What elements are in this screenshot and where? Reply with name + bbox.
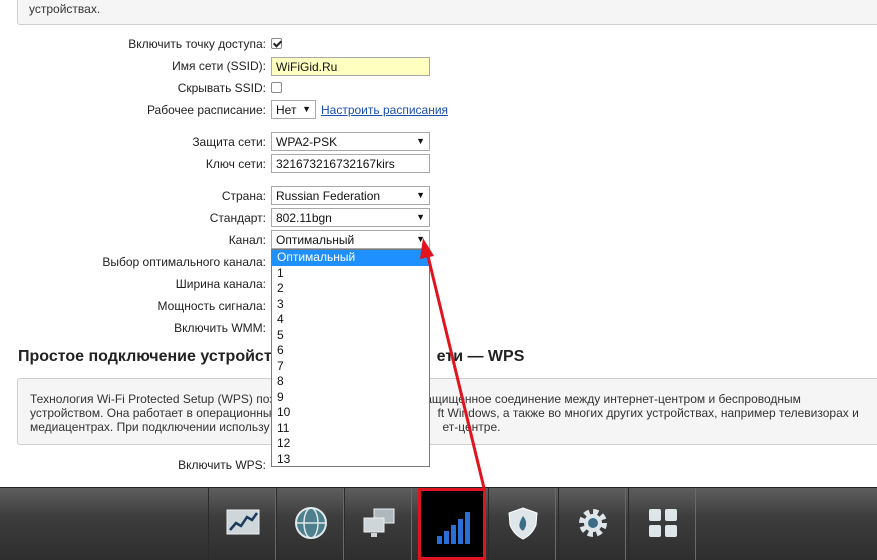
- standard-label: Стандарт:: [209, 211, 266, 225]
- globe-icon: [295, 507, 327, 539]
- security-value: WPA2-PSK: [276, 135, 338, 149]
- chart-icon: [226, 509, 260, 535]
- chevron-down-icon: ▼: [416, 190, 425, 200]
- channel-value: Оптимальный: [276, 233, 355, 247]
- ap-enable-checkbox[interactable]: [271, 38, 282, 49]
- tb-chart-button[interactable]: [208, 488, 276, 560]
- channel-option[interactable]: 10: [272, 405, 429, 421]
- wps-enable-label: Включить WPS:: [178, 458, 266, 472]
- channel-option[interactable]: 8: [272, 374, 429, 390]
- channel-option[interactable]: 6: [272, 343, 429, 359]
- channel-option[interactable]: 1: [272, 266, 429, 282]
- ssid-label: Имя сети (SSID):: [172, 59, 266, 73]
- schedule-select[interactable]: Нет ▼: [271, 100, 316, 119]
- country-select[interactable]: Russian Federation ▼: [271, 186, 430, 205]
- schedule-value: Нет: [276, 103, 297, 117]
- chevron-down-icon: ▼: [416, 136, 425, 146]
- wps-desc-line2-right: ft Windows, а также во многих других уст…: [437, 406, 859, 420]
- hide-ssid-label: Скрывать SSID:: [177, 81, 266, 95]
- tb-internet-button[interactable]: [276, 488, 344, 560]
- channel-label: Канал:: [228, 233, 266, 247]
- key-input[interactable]: [271, 154, 430, 173]
- wps-desc-line1-right: защищенное соединение между интернет-цен…: [419, 392, 801, 406]
- chevron-down-icon: ▼: [416, 234, 425, 244]
- security-select[interactable]: WPA2-PSK ▼: [271, 132, 430, 151]
- channel-option[interactable]: 3: [272, 297, 429, 313]
- tb-wifi-button[interactable]: [418, 488, 486, 560]
- channel-option[interactable]: 4: [272, 312, 429, 328]
- wifi-signal-icon: [437, 512, 470, 544]
- channel-dropdown-list[interactable]: Оптимальный 1 2 3 4 5 6 7 8 9 10 11 12 13: [271, 249, 430, 467]
- standard-select[interactable]: 802.11bgn ▼: [271, 208, 430, 227]
- tb-apps-button[interactable]: [628, 488, 696, 560]
- channel-option[interactable]: 12: [272, 436, 429, 452]
- wps-description: Технология Wi-Fi Protected Setup (WPS) п…: [30, 392, 860, 434]
- top-notice-text: устройствах.: [29, 2, 101, 16]
- tb-security-button[interactable]: [488, 488, 556, 560]
- optimal-channel-label: Выбор оптимального канала:: [102, 255, 266, 269]
- network-icon: [363, 508, 395, 537]
- channel-select[interactable]: Оптимальный ▼: [271, 230, 430, 249]
- shield-icon: [508, 507, 538, 540]
- schedule-label: Рабочее расписание:: [146, 103, 266, 117]
- hide-ssid-checkbox[interactable]: [271, 82, 282, 93]
- bottom-taskbar: [0, 487, 877, 560]
- wps-desc-line1-left: Технология Wi-Fi Protected Setup (WPS) п…: [30, 392, 275, 406]
- channel-option[interactable]: Оптимальный: [272, 250, 429, 266]
- channel-option[interactable]: 2: [272, 281, 429, 297]
- tb-home-network-button[interactable]: [344, 488, 412, 560]
- country-value: Russian Federation: [276, 189, 381, 203]
- channel-option[interactable]: 13: [272, 452, 429, 468]
- channel-option[interactable]: 9: [272, 390, 429, 406]
- channel-option[interactable]: 5: [272, 328, 429, 344]
- channel-width-label: Ширина канала:: [175, 277, 266, 291]
- chevron-down-icon: ▼: [416, 212, 425, 222]
- channel-option[interactable]: 11: [272, 421, 429, 437]
- channel-option[interactable]: 7: [272, 359, 429, 375]
- annotation-arrow: [420, 238, 486, 489]
- country-label: Страна:: [221, 189, 266, 203]
- schedule-settings-link[interactable]: Настроить расписания: [321, 103, 448, 117]
- top-notice-box: устройствах.: [17, 0, 877, 25]
- security-label: Защита сети:: [192, 135, 266, 149]
- wps-title-right: ети — WPS: [436, 348, 525, 365]
- wps-title-left: Простое подключение устройст: [18, 348, 272, 365]
- gear-icon: [579, 509, 607, 537]
- wps-desc-line3-right: ет-центре.: [442, 420, 501, 434]
- apps-grid-icon: [649, 509, 677, 537]
- wps-desc-line3-left: медиацентрах. При подключении использу: [30, 420, 270, 434]
- wps-description-box: Технология Wi-Fi Protected Setup (WPS) п…: [17, 378, 877, 445]
- chevron-down-icon: ▼: [302, 104, 311, 114]
- tb-system-button[interactable]: [558, 488, 626, 560]
- signal-power-label: Мощность сигнала:: [157, 299, 266, 313]
- wmm-label: Включить WMM:: [174, 321, 266, 335]
- ssid-input[interactable]: [271, 57, 430, 76]
- ap-enable-label: Включить точку доступа:: [128, 37, 266, 51]
- key-label: Ключ сети:: [205, 157, 266, 171]
- wps-desc-line2-left: устройством. Она работает в операционны: [30, 406, 272, 420]
- standard-value: 802.11bgn: [276, 211, 332, 225]
